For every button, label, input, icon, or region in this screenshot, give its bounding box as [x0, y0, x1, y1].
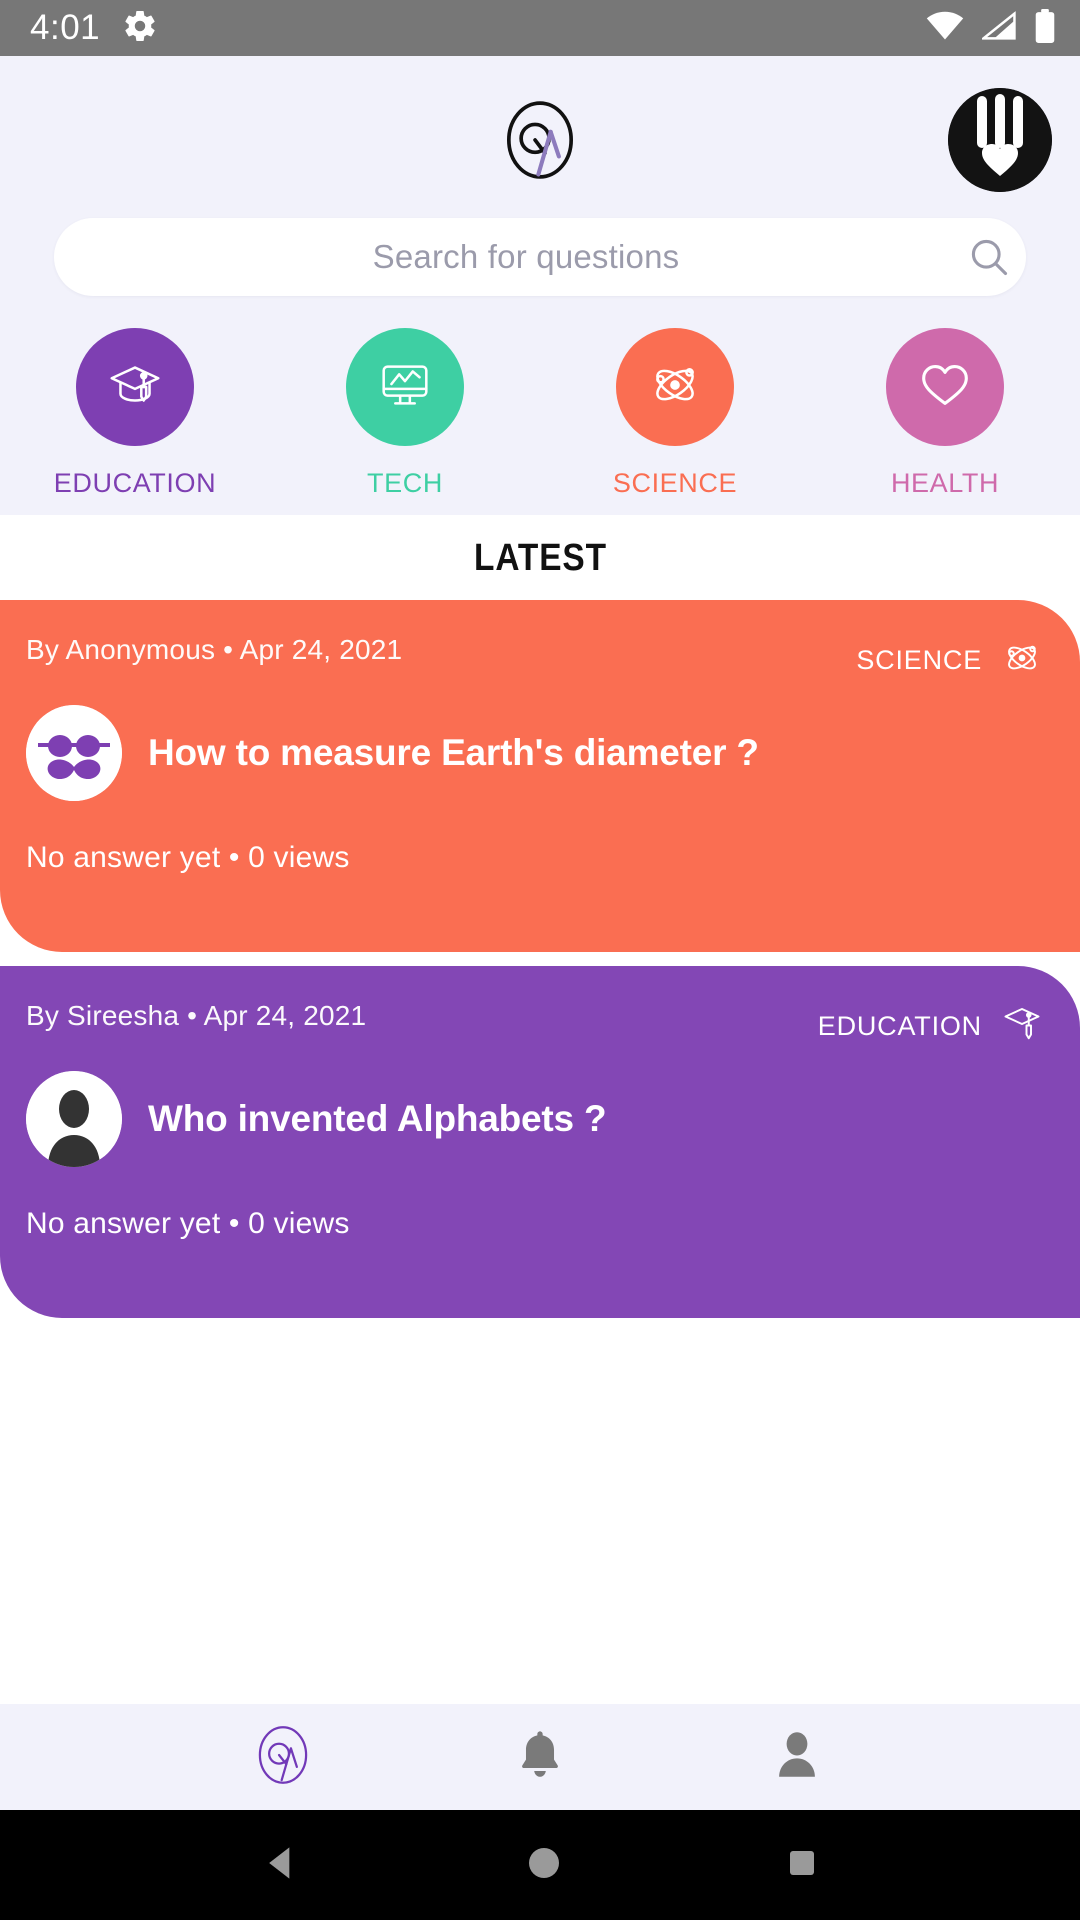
question-card[interactable]: By Anonymous • Apr 24, 2021 SCIENCE How …	[0, 600, 1080, 952]
default-person-avatar	[26, 1071, 122, 1167]
question-card-header: By Sireesha • Apr 24, 2021 EDUCATION	[26, 1000, 1050, 1053]
profile-person-icon[interactable]	[768, 1726, 826, 1789]
brand-avatar-icon[interactable]	[948, 88, 1052, 192]
status-bar-clock: 4:01	[30, 8, 101, 47]
home-qa-icon[interactable]	[250, 1722, 316, 1793]
header-top-row	[0, 80, 1080, 200]
category-icon-circle	[886, 328, 1004, 446]
category-label: HEALTH	[890, 468, 1000, 498]
recents-button[interactable]	[784, 1845, 820, 1886]
category-icon-circle	[76, 328, 194, 446]
category-science[interactable]: SCIENCE	[540, 328, 810, 499]
question-byline: By Anonymous • Apr 24, 2021	[26, 634, 403, 665]
nav-notifications-button[interactable]	[411, 1726, 668, 1789]
home-button[interactable]	[524, 1843, 564, 1888]
category-icon-circle	[616, 328, 734, 446]
nav-home-button[interactable]	[154, 1722, 411, 1793]
status-bar: 4:01	[0, 0, 1080, 56]
wifi-icon	[926, 11, 964, 46]
category-label: TECH	[367, 468, 443, 498]
graduation-cap-icon	[104, 354, 166, 421]
question-card-body: How to measure Earth's diameter ?	[26, 705, 1050, 801]
search-placeholder-text: Search for questions	[372, 238, 680, 275]
page-title: LATEST	[473, 537, 607, 579]
search-icon[interactable]	[952, 235, 1026, 279]
notifications-bell-icon[interactable]	[511, 1726, 569, 1789]
status-bar-left: 4:01	[30, 8, 158, 49]
anonymous-mustache-avatar	[26, 705, 122, 801]
question-byline: By Sireesha • Apr 24, 2021	[26, 1000, 367, 1031]
app-header: Search for questions EDUCATION TECH SCIE…	[0, 56, 1080, 515]
bottom-navigation-bar	[0, 1704, 1080, 1810]
question-category-tag: SCIENCE	[856, 634, 1050, 687]
android-navigation-bar	[0, 1810, 1080, 1920]
question-card-body: Who invented Alphabets ?	[26, 1071, 1050, 1167]
question-category-label: EDUCATION	[817, 1011, 982, 1041]
category-health[interactable]: HEALTH	[810, 328, 1080, 499]
monitor-chart-icon	[374, 354, 436, 421]
atom-icon	[644, 354, 706, 421]
category-row: EDUCATION TECH SCIENCE HEALTH	[0, 296, 1080, 515]
question-card[interactable]: By Sireesha • Apr 24, 2021 EDUCATION Who…	[0, 966, 1080, 1318]
gear-icon	[122, 8, 158, 49]
question-feed: By Anonymous • Apr 24, 2021 SCIENCE How …	[0, 600, 1080, 1704]
question-card-header: By Anonymous • Apr 24, 2021 SCIENCE	[26, 634, 1050, 687]
category-label: EDUCATION	[53, 468, 217, 498]
nav-profile-button[interactable]	[669, 1726, 926, 1789]
question-title: Who invented Alphabets ?	[148, 1098, 607, 1139]
category-education[interactable]: EDUCATION	[0, 328, 270, 499]
search-input[interactable]: Search for questions	[54, 218, 1026, 296]
app-screen: 4:01 Search for questions EDUCATION TECH…	[0, 0, 1080, 1920]
search-section: Search for questions	[0, 200, 1080, 296]
question-title: How to measure Earth's diameter ?	[148, 732, 759, 773]
question-stats: No answer yet • 0 views	[26, 1207, 350, 1240]
atom-icon	[998, 634, 1046, 687]
qa-logo-icon[interactable]	[499, 99, 581, 181]
graduation-cap-icon	[998, 1000, 1046, 1053]
question-stats: No answer yet • 0 views	[26, 841, 350, 874]
battery-icon	[1034, 8, 1056, 48]
category-tech[interactable]: TECH	[270, 328, 540, 499]
cellular-signal-icon	[980, 10, 1016, 46]
heart-icon	[914, 354, 976, 421]
status-bar-right	[926, 8, 1056, 48]
back-button[interactable]	[260, 1841, 304, 1890]
category-label: SCIENCE	[612, 468, 738, 498]
question-category-label: SCIENCE	[856, 645, 982, 675]
latest-section-header: LATEST	[0, 515, 1080, 600]
category-icon-circle	[346, 328, 464, 446]
question-category-tag: EDUCATION	[818, 1000, 1050, 1053]
